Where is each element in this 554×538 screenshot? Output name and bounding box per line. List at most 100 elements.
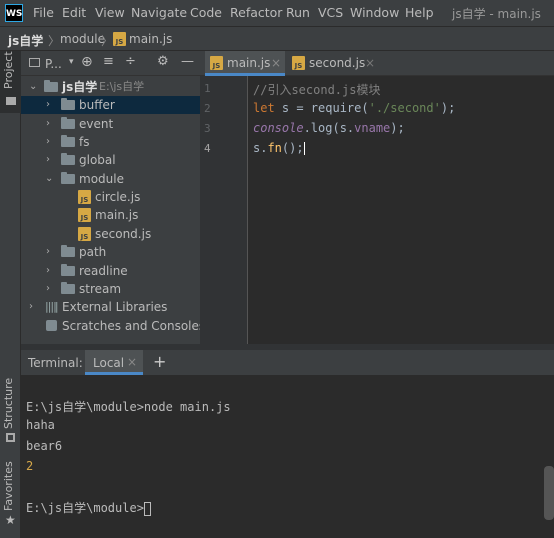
breadcrumb-file[interactable]: main.js <box>129 32 172 46</box>
keyword-let: let <box>253 101 275 115</box>
tree-folder-label: global <box>79 153 116 167</box>
text-cursor <box>303 142 305 155</box>
locate-icon[interactable]: ⊕ <box>81 54 93 70</box>
add-terminal-button[interactable]: + <box>153 352 166 371</box>
chevron-down-icon[interactable]: ⌄ <box>29 78 37 96</box>
project-toolbar: P... ▾ ⊕ ≡ ÷ ⚙ — <box>21 51 200 76</box>
chevron-right-icon[interactable]: › <box>46 243 50 261</box>
chevron-right-icon[interactable]: › <box>46 280 50 298</box>
tree-external-libraries[interactable]: › |||‖ External Libraries <box>21 298 200 316</box>
code-editor[interactable]: //引入second.js模块 let s = require('./secon… <box>249 76 554 344</box>
menu-file[interactable]: File <box>33 5 54 20</box>
terminal-line: bear6 <box>26 439 63 453</box>
terminal-line: 2 <box>26 459 34 473</box>
chevron-right-icon[interactable]: › <box>46 115 50 133</box>
tree-folder-fs[interactable]: › fs <box>21 133 200 151</box>
tree-folder-label: path <box>79 245 107 259</box>
tab-main-js[interactable]: JS main.js × <box>205 51 285 76</box>
favorites-tab-label: Favorites <box>2 461 15 511</box>
breadcrumb: js自学 〉 module 〉 JS main.js <box>0 26 554 51</box>
tab-label: second.js <box>309 56 366 70</box>
js-file-icon: JS <box>292 56 305 70</box>
folder-icon <box>6 97 16 105</box>
tree-file-second[interactable]: JS second.js <box>21 225 200 243</box>
expand-all-icon[interactable]: ≡ <box>103 54 114 69</box>
tree-file-label: main.js <box>95 208 139 222</box>
chevron-right-icon[interactable]: › <box>46 151 50 169</box>
js-file-icon: JS <box>210 56 223 70</box>
menu-edit[interactable]: Edit <box>62 5 86 20</box>
structure-tool-tab[interactable]: Structure <box>0 371 21 446</box>
tree-folder-stream[interactable]: › stream <box>21 280 200 298</box>
breadcrumb-folder[interactable]: module <box>60 32 105 46</box>
chevron-right-icon[interactable]: › <box>46 96 50 114</box>
terminal-tab-label: Local <box>93 356 125 370</box>
code-line-3: console.log(s.vname); <box>253 121 405 135</box>
tree-file-circle[interactable]: JS circle.js <box>21 188 200 206</box>
chevron-right-icon[interactable]: › <box>46 262 50 280</box>
close-icon[interactable]: × <box>271 51 281 76</box>
tree-folder-path[interactable]: › path <box>21 243 200 261</box>
favorites-tool-tab[interactable]: Favorites ★ <box>0 456 21 528</box>
breadcrumb-root[interactable]: js自学 <box>8 32 43 49</box>
scratches-icon <box>46 320 57 331</box>
tree-folder-event[interactable]: › event <box>21 115 200 133</box>
folder-icon <box>61 245 75 257</box>
js-file-icon: JS <box>78 227 91 241</box>
menu-help[interactable]: Help <box>405 5 434 20</box>
close-icon[interactable]: × <box>365 51 375 76</box>
webstorm-logo-icon: WS <box>5 4 23 22</box>
chevron-right-icon[interactable]: › <box>29 298 33 316</box>
line-number: 3 <box>204 122 211 135</box>
left-tool-stripe: Project Structure Favorites ★ <box>0 51 21 538</box>
menu-run[interactable]: Run <box>286 5 310 20</box>
gear-icon[interactable]: ⚙ <box>157 54 169 69</box>
tree-root[interactable]: ⌄ js自学 E:\js自学 <box>21 78 200 96</box>
terminal-line: E:\js自学\module>node main.js <box>26 400 231 414</box>
js-file-icon: JS <box>78 208 91 222</box>
menu-code[interactable]: Code <box>190 5 222 20</box>
structure-tab-label: Structure <box>2 377 15 429</box>
structure-icon <box>6 433 15 442</box>
folder-icon <box>61 98 75 110</box>
menu-window[interactable]: Window <box>350 5 399 20</box>
external-libraries-label: External Libraries <box>62 300 168 314</box>
folder-icon <box>61 117 75 129</box>
line-number-gutter: 1 2 3 4 <box>200 76 248 344</box>
folder-icon <box>61 135 75 147</box>
chevron-down-icon[interactable]: ⌄ <box>45 170 53 188</box>
terminal-output[interactable]: E:\js自学\module>node main.js haha bear6 2… <box>21 375 554 538</box>
function-fn: fn <box>267 141 282 155</box>
close-icon[interactable]: × <box>127 355 137 369</box>
project-tool-tab[interactable]: Project <box>0 51 21 113</box>
tree-file-main[interactable]: JS main.js <box>21 206 200 224</box>
tab-second-js[interactable]: JS second.js × <box>290 51 376 76</box>
editor-tab-bar: JS main.js × JS second.js × <box>200 51 554 76</box>
minimize-icon[interactable]: — <box>181 54 194 69</box>
folder-icon <box>61 282 75 294</box>
tree-folder-module[interactable]: ⌄ module <box>21 170 200 188</box>
menu-view[interactable]: View <box>95 5 125 20</box>
property-vname: vname <box>354 121 391 135</box>
folder-icon <box>61 172 75 184</box>
tree-folder-buffer[interactable]: › buffer <box>21 96 200 114</box>
terminal-scrollbar[interactable] <box>544 466 554 520</box>
terminal-prompt-line: E:\js自学\module> <box>26 499 151 516</box>
tree-folder-label: buffer <box>79 98 115 112</box>
dropdown-arrow-icon[interactable]: ▾ <box>69 57 74 67</box>
tree-folder-readline[interactable]: › readline <box>21 262 200 280</box>
chevron-right-icon[interactable]: › <box>46 133 50 151</box>
terminal-tab-local[interactable]: Local × <box>85 350 143 375</box>
menu-vcs[interactable]: VCS <box>318 5 343 20</box>
terminal-cursor <box>143 501 151 516</box>
project-view-selector[interactable]: P... <box>45 57 62 71</box>
menu-refactor[interactable]: Refactor <box>230 5 282 20</box>
root-name: js自学 <box>62 80 98 94</box>
menu-navigate[interactable]: Navigate <box>131 5 187 20</box>
tree-folder-global[interactable]: › global <box>21 151 200 169</box>
tree-scratches[interactable]: Scratches and Consoles <box>21 317 205 335</box>
string-literal: './second' <box>368 101 441 115</box>
line-number: 1 <box>204 82 211 95</box>
collapse-all-icon[interactable]: ÷ <box>125 54 136 69</box>
code-line-2: let s = require('./second'); <box>253 101 455 115</box>
